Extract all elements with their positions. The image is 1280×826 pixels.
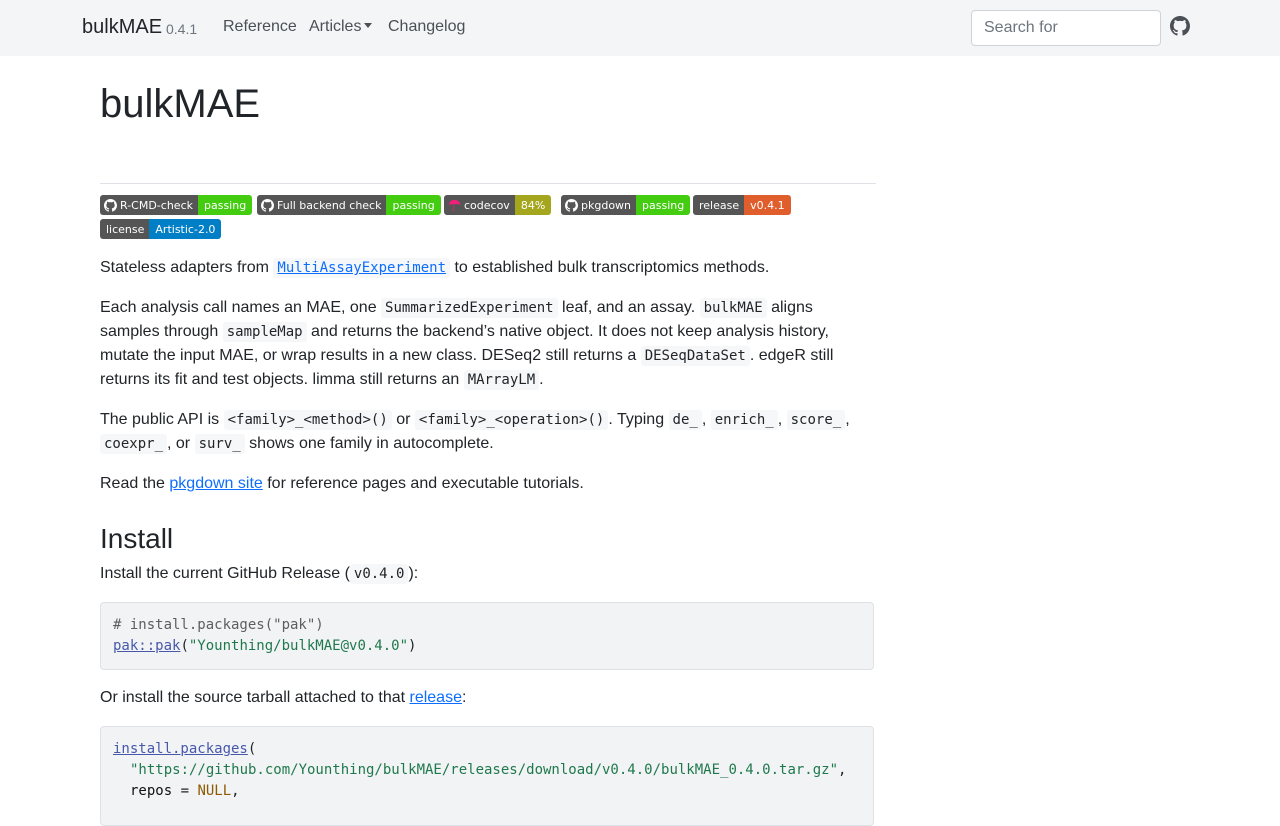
code-string: "https://github.com/Younthing/bulkMAE/re…: [130, 762, 839, 778]
inline-code: bulkMAE: [699, 298, 767, 318]
text: , or: [167, 435, 195, 452]
code-function-link[interactable]: pak::pak: [113, 638, 180, 654]
inline-code: <family>_<operation>(): [414, 410, 609, 430]
badge-license[interactable]: license Artistic-2.0: [100, 219, 222, 239]
text: or: [391, 411, 415, 428]
github-icon: [565, 198, 578, 212]
search-input[interactable]: [971, 10, 1161, 46]
pkgdown-site-link[interactable]: pkgdown site: [169, 475, 262, 492]
text: to established bulk transcriptomics meth…: [450, 259, 770, 276]
code-string: "Younthing/bulkMAE@v0.4.0": [188, 638, 409, 654]
text: for reference pages and executable tutor…: [262, 475, 584, 492]
inline-code: DESeqDataSet: [640, 346, 750, 366]
nav-articles-label: Articles: [309, 18, 362, 35]
code-punct: ,: [231, 783, 240, 799]
github-icon: [1170, 16, 1190, 36]
code-operator: =: [172, 783, 198, 799]
install-paragraph-2: Or install the source tarball attached t…: [100, 686, 876, 710]
code-keyword: NULL: [197, 783, 232, 799]
version-label: 0.4.1: [166, 21, 198, 37]
badge-label: R-CMD-check: [120, 198, 193, 212]
badge-status: 84%: [514, 195, 552, 215]
code-punct: ): [408, 638, 417, 654]
code-punct: ,: [838, 762, 847, 778]
text: :: [461, 689, 467, 706]
text: .: [539, 371, 544, 388]
text: . Typing: [608, 411, 669, 428]
code-block-pak[interactable]: # install.packages("pak") pak::pak("Youn…: [100, 602, 874, 670]
code-line: # install.packages("pak"): [113, 615, 861, 636]
github-link[interactable]: [1170, 16, 1192, 38]
badge-pkgdown[interactable]: pkgdown passing: [561, 195, 691, 215]
nav-changelog[interactable]: Changelog: [388, 18, 465, 36]
inline-code: v0.4.0: [349, 564, 409, 584]
text: leaf, and an assay.: [557, 299, 700, 316]
inline-code: sampleMap: [222, 322, 307, 342]
intro-paragraph-2: Each analysis call names an MAE, one Sum…: [100, 296, 876, 392]
code-comment: # install.packages("pak"): [113, 617, 324, 633]
release-link[interactable]: release: [410, 689, 462, 706]
inline-code: enrich_: [710, 410, 778, 430]
text: ,: [845, 411, 850, 428]
code-function-link[interactable]: install.packages: [113, 741, 248, 757]
inline-code: de_: [668, 410, 702, 430]
inline-code: SummarizedExperiment: [381, 298, 558, 318]
intro-paragraph-3: The public API is <family>_<method>() or…: [100, 408, 876, 456]
badge-status: v0.4.1: [744, 195, 791, 215]
github-icon: [104, 198, 117, 212]
text: Stateless adapters from: [100, 259, 274, 276]
text: Read the: [100, 475, 170, 492]
badge-status: passing: [636, 195, 691, 215]
install-heading: Install: [100, 523, 174, 554]
code-punct: (: [247, 741, 257, 757]
inline-code: surv_: [194, 434, 245, 454]
page-title: bulkMAE: [100, 82, 261, 126]
text: ,: [777, 411, 787, 428]
divider: [100, 183, 876, 184]
umbrella-icon: [448, 199, 461, 211]
text: shows one family in autocomplete.: [244, 435, 494, 452]
code-argument: repos: [130, 783, 173, 799]
text: Each analysis call names an MAE, one: [100, 299, 382, 316]
badge-status: Artistic-2.0: [149, 219, 222, 239]
code-punct: (: [180, 638, 189, 654]
inline-code: MArrayLM: [463, 370, 540, 390]
code-block-install-packages[interactable]: install.packages( "https://github.com/Yo…: [100, 726, 874, 826]
navbar: bulkMAE 0.4.1 Reference Articles Changel…: [0, 0, 1280, 56]
text: Or install the source tarball attached t…: [100, 689, 410, 706]
text: ,: [701, 411, 711, 428]
code-line: repos = NULL,: [113, 781, 861, 802]
code-line: install.packages(: [113, 739, 861, 760]
badge-label: license: [106, 222, 145, 236]
brand-link[interactable]: bulkMAE: [82, 16, 162, 39]
badge-codecov[interactable]: codecov 84%: [444, 195, 552, 215]
inline-code: coexpr_: [100, 434, 168, 454]
badge-label: pkgdown: [581, 198, 632, 212]
inline-code: MultiAssayExperiment: [273, 258, 450, 278]
badge-full-backend-check[interactable]: Full backend check passing: [257, 195, 441, 215]
badge-release[interactable]: release v0.4.1: [693, 195, 791, 215]
badge-label: release: [699, 198, 740, 212]
install-paragraph-1: Install the current GitHub Release (v0.4…: [100, 562, 876, 586]
nav-reference[interactable]: Reference: [223, 18, 297, 36]
text: The public API is: [100, 411, 224, 428]
intro-paragraph-4: Read the pkgdown site for reference page…: [100, 472, 876, 496]
code-line: "https://github.com/Younthing/bulkMAE/re…: [113, 760, 861, 781]
nav-articles-dropdown[interactable]: Articles: [309, 18, 373, 36]
code-line: pak::pak("Younthing/bulkMAE@v0.4.0"): [113, 636, 861, 657]
text: ):: [408, 565, 419, 582]
badge-label: codecov: [464, 198, 510, 212]
badge-status: passing: [386, 195, 441, 215]
badge-r-cmd-check[interactable]: R-CMD-check passing: [100, 195, 253, 215]
text: Install the current GitHub Release (: [100, 565, 350, 582]
inline-code: score_: [786, 410, 846, 430]
caret-down-icon: [364, 23, 373, 28]
badge-label: Full backend check: [277, 198, 382, 212]
inline-code: <family>_<method>(): [223, 410, 392, 430]
github-icon: [261, 198, 274, 212]
intro-paragraph-1: Stateless adapters from MultiAssayExperi…: [100, 256, 876, 280]
badge-status: passing: [197, 195, 253, 215]
multiassayexperiment-link[interactable]: MultiAssayExperiment: [273, 258, 450, 278]
